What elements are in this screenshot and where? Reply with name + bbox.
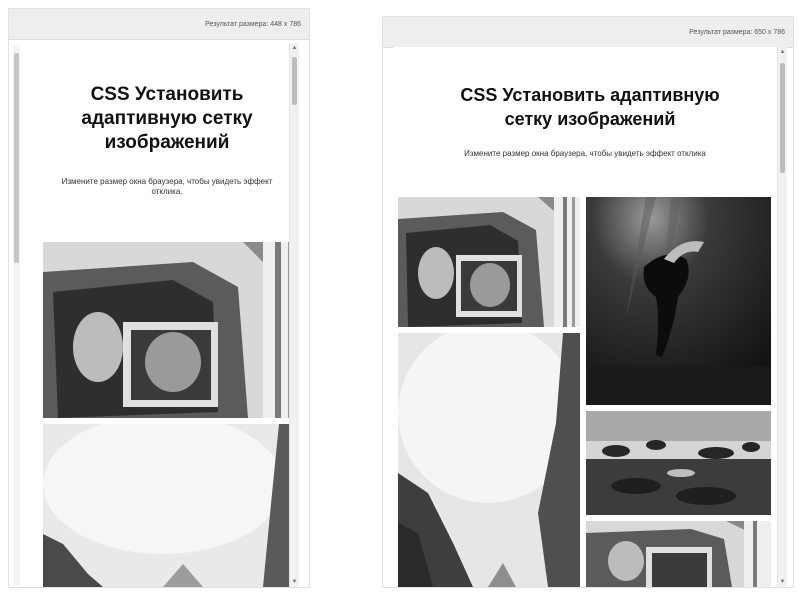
right-result-size-label: Результат размера: 650 x 786	[689, 29, 785, 36]
right-preview-panel: Результат размера: 650 x 786 CSS Установ…	[382, 16, 794, 588]
left-page-subtitle: Измените размер окна браузера, чтобы уви…	[61, 177, 273, 196]
left-outer-scrollbar[interactable]	[13, 45, 20, 585]
right-photo-rocky-shore	[586, 411, 771, 515]
left-frame-scrollbar[interactable]: ▲ ▼	[289, 43, 299, 587]
left-frame-scrollbar-thumb[interactable]	[292, 57, 297, 105]
right-scroll-up-icon[interactable]: ▲	[778, 47, 787, 57]
right-scroll-down-icon[interactable]: ▼	[778, 577, 787, 587]
left-outer-scrollbar-thumb[interactable]	[14, 53, 19, 263]
left-result-size-label: Результат размера: 448 x 786	[205, 21, 301, 28]
right-photo-underwater-figure	[586, 197, 771, 405]
left-preview-panel: Результат размера: 448 x 786 CSS Установ…	[8, 8, 310, 588]
left-result-toolbar: Результат размера: 448 x 786	[9, 9, 309, 40]
left-page-title: CSS Установить адаптивную сетку изображе…	[81, 84, 253, 153]
left-scroll-down-icon[interactable]: ▼	[290, 577, 299, 587]
right-page-title: CSS Установить адаптивную сетку изображе…	[460, 85, 720, 129]
left-photo-foggy-cliffs	[43, 424, 299, 587]
right-result-frame: CSS Установить адаптивную сетку изображе…	[393, 47, 787, 587]
right-page-subtitle: Измените размер окна браузера, чтобы уви…	[464, 149, 706, 158]
right-frame-scrollbar-thumb[interactable]	[780, 63, 785, 173]
right-result-toolbar: Результат размера: 650 x 786	[383, 17, 793, 48]
left-photo-car-window	[43, 242, 299, 418]
right-photo-car-window-second	[586, 521, 771, 587]
right-photo-foggy-cliffs	[398, 333, 580, 587]
left-scroll-up-icon[interactable]: ▲	[290, 43, 299, 53]
right-photo-car-window	[398, 197, 580, 327]
right-frame-scrollbar[interactable]: ▲ ▼	[777, 47, 787, 587]
left-result-frame: CSS Установить адаптивную сетку изображе…	[35, 43, 299, 587]
